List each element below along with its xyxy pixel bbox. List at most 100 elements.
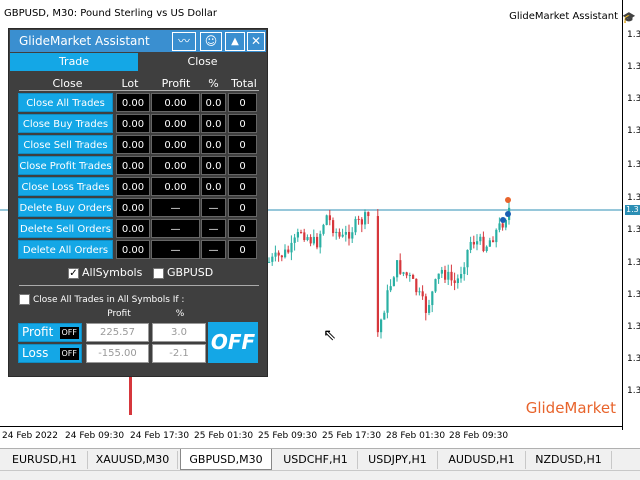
time-label: 25 Feb 17:30 [322, 431, 382, 441]
close-profit-trades-button[interactable]: Close Profit Trades [18, 156, 113, 175]
close-buy-trades-button[interactable]: Close Buy Trades [18, 114, 113, 133]
divider [19, 90, 259, 91]
candle-body [351, 232, 354, 239]
tab-nzdusd-h1[interactable]: NZDUSD,H1 [526, 451, 612, 469]
loss-rule-state: OFF [59, 348, 79, 360]
lot-cell: 0.00 [116, 240, 150, 259]
loss-amount-input[interactable]: -155.00 [86, 344, 149, 363]
candle-body [476, 241, 479, 245]
tab-xauusd-m30[interactable]: XAUUSD,M30 [88, 451, 178, 469]
price-label: 1.3 [627, 386, 640, 396]
price-axis[interactable]: 1.3 1.3 1.3 1.3 1.3 1.3 1.3 1.3 1.3 1.3 … [622, 0, 640, 430]
total-cell: 0 [228, 93, 257, 112]
candle-body [396, 260, 399, 278]
time-label: 24 Feb 2022 [2, 431, 59, 441]
close-sell-trades-button[interactable]: Close Sell Trades [18, 135, 113, 154]
candle-body [332, 220, 335, 234]
candle-body [316, 236, 319, 248]
candle-body [306, 237, 309, 240]
tab-gbpusd-m30[interactable]: GBPUSD,M30 [180, 449, 272, 470]
time-label: 24 Feb 09:30 [65, 431, 125, 441]
candle-body [293, 237, 296, 243]
candle-body [418, 291, 421, 293]
candle-body [360, 219, 363, 225]
price-label: 1.3 [627, 354, 640, 364]
divider [19, 285, 259, 286]
candle-body [498, 223, 501, 230]
panel-header[interactable]: GlideMarket Assistant 〰 ☺ ▲ ✕ [10, 30, 266, 52]
close-icon[interactable]: ✕ [247, 32, 265, 51]
percent-cell: 0.0 [201, 135, 226, 154]
all-symbols-checkbox[interactable]: ✓ [68, 267, 79, 279]
loss-rule-label: Loss [22, 346, 49, 360]
profit-cell: — [151, 219, 200, 238]
candle-body [367, 212, 370, 217]
profit-cell: 0.00 [151, 177, 200, 196]
tab-audusd-h1[interactable]: AUDUSD,H1 [438, 451, 526, 469]
candle-body [354, 218, 357, 233]
candle-body [312, 236, 315, 244]
smiley-icon[interactable]: ☺ [200, 32, 222, 51]
expert-advisor-label: GlideMarket Assistant [509, 11, 618, 22]
delete-all-orders-button[interactable]: Delete All Orders [18, 240, 113, 259]
candle-body [392, 277, 395, 287]
trade-marker [505, 197, 511, 203]
trade-marker [500, 217, 506, 223]
current-price-tag: 1.3 [625, 205, 640, 215]
candle-body [383, 312, 386, 320]
candle-body [469, 241, 472, 250]
profit-cell: — [151, 198, 200, 217]
candle-body [434, 279, 437, 292]
status-bar [0, 470, 640, 480]
profit-cell: 0.00 [151, 135, 200, 154]
candle-body [431, 291, 434, 306]
delete-buy-orders-button[interactable]: Delete Buy Orders [18, 198, 113, 217]
candle-body [322, 224, 325, 234]
tab-usdchf-h1[interactable]: USDCHF,H1 [274, 451, 358, 469]
master-switch-button[interactable]: OFF [208, 322, 258, 363]
close-all-trades-button[interactable]: Close All Trades [18, 93, 113, 112]
profit-percent-input[interactable]: 3.0 [152, 323, 206, 342]
close-loss-trades-button[interactable]: Close Loss Trades [18, 177, 113, 196]
total-cell: 0 [228, 219, 257, 238]
candle-body [501, 223, 504, 228]
candle-body [284, 249, 287, 258]
profit-rule-toggle[interactable]: Profit OFF [18, 323, 82, 342]
panel-title: GlideMarket Assistant [19, 34, 150, 48]
minimize-icon[interactable]: ▲ [225, 32, 245, 51]
current-symbol-label: GBPUSD [167, 266, 214, 279]
tab-trade[interactable]: Trade [10, 53, 138, 71]
candle-body [456, 278, 459, 284]
candle-body [335, 231, 338, 234]
total-cell: 0 [228, 114, 257, 133]
all-symbols-option[interactable]: ✓ AllSymbols [68, 266, 142, 279]
profit-cell: 0.00 [151, 156, 200, 175]
tab-close[interactable]: Close [138, 53, 267, 71]
loss-percent-input[interactable]: -2.1 [152, 344, 206, 363]
candle-body [344, 231, 347, 235]
price-label: 1.3 [627, 160, 640, 170]
chart-wave-icon[interactable]: 〰 [172, 32, 196, 51]
percent-cell: 0.0 [201, 156, 226, 175]
time-axis[interactable]: 24 Feb 2022 24 Feb 09:30 24 Feb 17:30 25… [0, 426, 622, 448]
price-label: 1.3 [627, 62, 640, 72]
tab-eurusd-h1[interactable]: EURUSD,H1 [2, 451, 88, 469]
close-if-option[interactable]: Close All Trades in All Symbols If : [19, 294, 184, 305]
candle-body [364, 212, 367, 225]
mouse-cursor-icon: ⇖ [323, 325, 337, 344]
percent-cell: — [201, 219, 226, 238]
candle-body [328, 215, 331, 221]
current-symbol-option[interactable]: GBPUSD [153, 266, 213, 279]
candle-body [466, 249, 469, 268]
close-if-checkbox[interactable] [19, 294, 30, 305]
candle-body [488, 240, 491, 247]
delete-sell-orders-button[interactable]: Delete Sell Orders [18, 219, 113, 238]
symbol-tabs-bar: EURUSD,H1 XAUUSD,M30 GBPUSD,M30 USDCHF,H… [0, 448, 640, 470]
profit-amount-input[interactable]: 225.57 [86, 323, 149, 342]
current-symbol-checkbox[interactable] [153, 267, 164, 279]
candle-body [421, 291, 424, 297]
tab-usdjpy-h1[interactable]: USDJPY,H1 [358, 451, 438, 469]
candle-body [440, 269, 443, 274]
loss-rule-toggle[interactable]: Loss OFF [18, 344, 82, 363]
percent-cell: 0.0 [201, 114, 226, 133]
